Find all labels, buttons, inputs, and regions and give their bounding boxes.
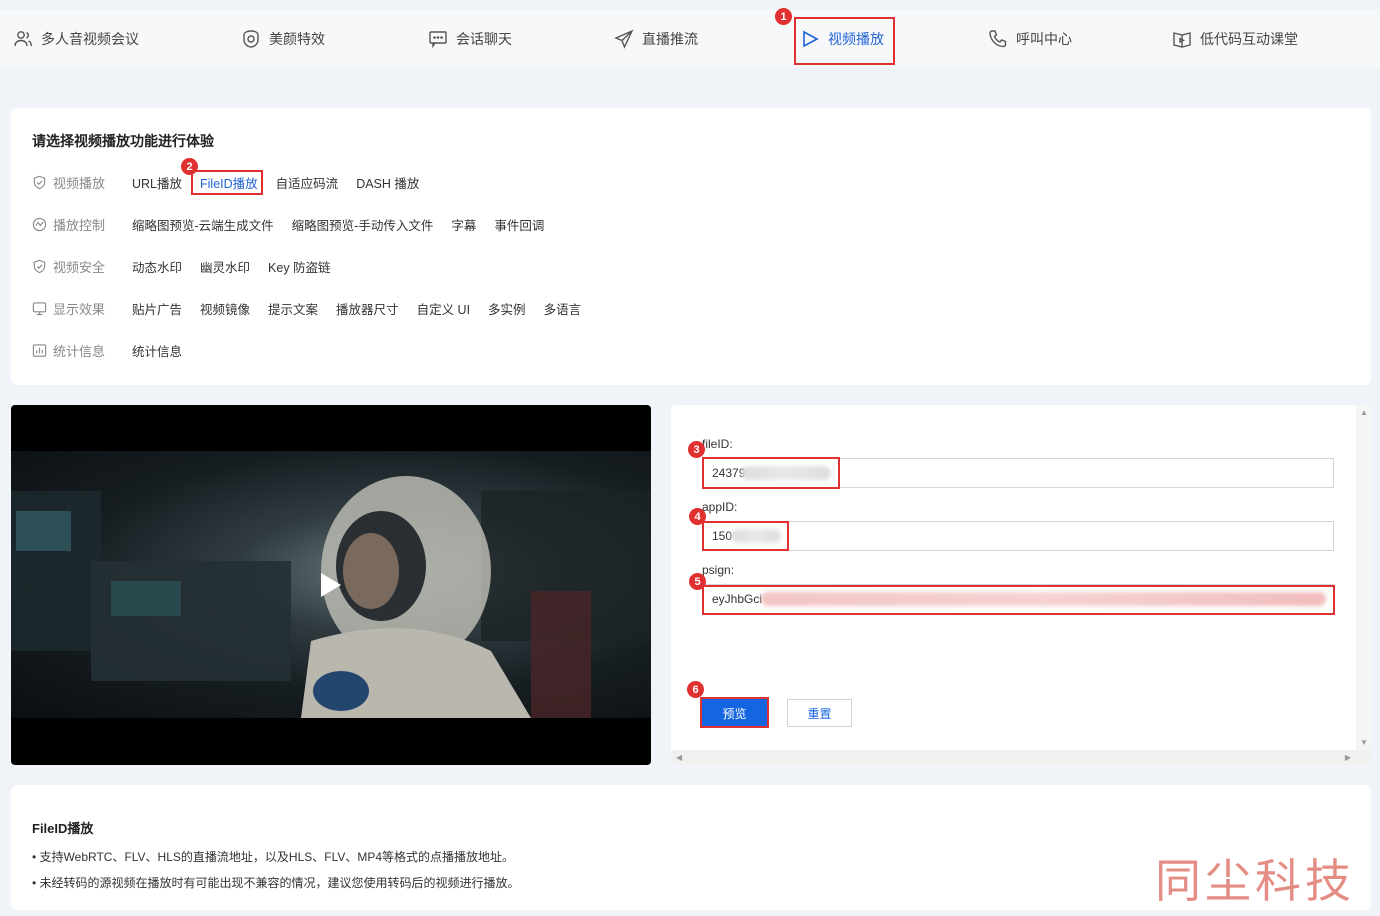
appid-label: appID: — [702, 500, 738, 514]
feature-row-control: 播放控制 缩略图预览-云端生成文件 缩略图预览-手动传入文件 字幕 事件回调 — [32, 214, 562, 234]
feature-category: 显示效果 — [32, 299, 132, 318]
feature-link-ghost-watermark[interactable]: 幽灵水印 — [200, 257, 250, 276]
feature-link-mirror[interactable]: 视频镜像 — [200, 299, 250, 318]
feature-link-event-callback[interactable]: 事件回调 — [494, 215, 544, 234]
feature-link-thumb-manual[interactable]: 缩略图预览-手动传入文件 — [292, 215, 434, 234]
horizontal-scrollbar[interactable]: ◀ ▶ — [671, 750, 1371, 765]
feature-category-label: 统计信息 — [53, 343, 106, 359]
panel-title: 请选择视频播放功能进行体验 — [32, 133, 214, 149]
feature-link-fileid-play[interactable]: FileID播放 — [200, 173, 258, 192]
feature-link-url-play[interactable]: URL播放 — [132, 173, 182, 192]
form-panel: fileID: 24379 appID: 150 psign: eyJhbGci… — [671, 405, 1371, 765]
shield-face-icon — [243, 30, 259, 48]
psign-input[interactable]: eyJhbGci — [703, 584, 1334, 614]
feature-link-ad[interactable]: 贴片广告 — [132, 299, 182, 318]
phone-icon — [989, 30, 1007, 48]
step-badge: 4 — [689, 508, 706, 525]
feature-link-adaptive-stream[interactable]: 自适应码流 — [276, 173, 339, 192]
nav-label: 低代码互动课堂 — [1200, 31, 1298, 47]
feature-category-label: 视频播放 — [53, 175, 106, 191]
scroll-left-icon[interactable]: ◀ — [676, 753, 682, 762]
feature-link-stats[interactable]: 统计信息 — [132, 341, 182, 360]
feature-panel: 请选择视频播放功能进行体验 视频播放 URL播放 FileID播放 自适应码流 … — [11, 108, 1371, 385]
users-icon — [14, 31, 32, 47]
step-badge: 1 — [775, 8, 792, 25]
scroll-right-icon[interactable]: ▶ — [1345, 753, 1351, 762]
feature-link-dash-play[interactable]: DASH 播放 — [356, 173, 419, 192]
nav-label: 多人音视频会议 — [41, 31, 139, 47]
info-panel: FileID播放 • 支持WebRTC、FLV、HLS的直播流地址，以及HLS、… — [11, 785, 1371, 910]
nav-item-meeting[interactable]: 多人音视频会议 — [13, 10, 139, 68]
info-line: • 未经转码的源视频在播放时有可能出现不兼容的情况，建议您使用转码后的视频进行播… — [32, 876, 520, 890]
shield-check-icon — [33, 175, 46, 189]
info-title: FileID播放 — [32, 821, 94, 836]
fileid-label: fileID: — [702, 437, 733, 451]
video-player[interactable] — [11, 405, 651, 765]
feature-link-tips[interactable]: 提示文案 — [268, 299, 318, 318]
feature-link-multi-instance[interactable]: 多实例 — [488, 299, 526, 318]
nav-item-beauty[interactable]: 美颜特效 — [241, 10, 325, 68]
nav-item-video-play[interactable]: 视频播放 — [800, 10, 884, 68]
top-nav: 多人音视频会议 美颜特效 会话聊天 直播推流 视频播放 呼叫中心 低代码互动课堂 — [0, 10, 1380, 68]
feature-category-label: 播放控制 — [53, 217, 106, 233]
feature-link-key-hotlink[interactable]: Key 防盗链 — [268, 257, 331, 276]
step-badge: 5 — [689, 573, 706, 590]
play-button[interactable] — [321, 573, 341, 597]
feature-link-subtitle[interactable]: 字幕 — [451, 215, 476, 234]
chat-icon — [429, 31, 447, 49]
step-badge: 2 — [181, 158, 198, 175]
preview-button[interactable]: 预览 — [702, 699, 767, 727]
shield-check-icon — [33, 259, 46, 273]
bar-chart-icon — [32, 343, 47, 357]
nav-label: 呼叫中心 — [1016, 31, 1072, 47]
appid-value: 150 — [712, 529, 733, 543]
feature-link-thumb-cloud[interactable]: 缩略图预览-云端生成文件 — [132, 215, 274, 234]
step-badge: 6 — [687, 681, 704, 698]
nav-label: 会话聊天 — [456, 31, 512, 47]
nav-label: 直播推流 — [642, 31, 698, 47]
feature-link-multi-language[interactable]: 多语言 — [544, 299, 582, 318]
feature-category-label: 视频安全 — [53, 259, 106, 275]
feature-row-playback: 视频播放 URL播放 FileID播放 自适应码流 DASH 播放 — [32, 172, 437, 192]
feature-category: 视频安全 — [32, 257, 132, 276]
appid-input[interactable]: 150 — [703, 521, 1334, 551]
feature-link-dynamic-watermark[interactable]: 动态水印 — [132, 257, 182, 276]
book-play-icon — [1173, 32, 1191, 48]
feature-row-security: 视频安全 动态水印 幽灵水印 Key 防盗链 — [32, 256, 349, 276]
step-badge: 3 — [688, 441, 705, 458]
nav-item-chat[interactable]: 会话聊天 — [428, 10, 512, 68]
fileid-input[interactable]: 24379 — [703, 458, 1334, 488]
nav-label: 美颜特效 — [269, 31, 325, 47]
feature-category: 播放控制 — [32, 215, 132, 234]
scroll-down-icon[interactable]: ▼ — [1360, 738, 1368, 747]
feature-category-label: 显示效果 — [53, 301, 106, 317]
scroll-up-icon[interactable]: ▲ — [1360, 408, 1368, 417]
nav-label: 视频播放 — [828, 31, 884, 47]
feature-row-stats: 统计信息 统计信息 — [32, 340, 200, 360]
play-icon — [803, 30, 819, 48]
psign-label: psign: — [702, 563, 735, 577]
reset-button[interactable]: 重置 — [787, 699, 852, 727]
nav-item-classroom[interactable]: 低代码互动课堂 — [1172, 10, 1298, 68]
feature-link-player-size[interactable]: 播放器尺寸 — [336, 299, 399, 318]
info-line: • 支持WebRTC、FLV、HLS的直播流地址，以及HLS、FLV、MP4等格… — [32, 850, 515, 864]
vertical-scrollbar[interactable]: ▲ ▼ — [1356, 405, 1371, 750]
nav-item-live-push[interactable]: 直播推流 — [614, 10, 698, 68]
psign-value: eyJhbGci — [712, 592, 763, 606]
feature-row-display: 显示效果 贴片广告 视频镜像 提示文案 播放器尺寸 自定义 UI 多实例 多语言 — [32, 298, 599, 318]
monitor-icon — [32, 301, 47, 315]
feature-category: 视频播放 — [32, 173, 132, 192]
control-icon — [32, 217, 47, 231]
fileid-value: 24379 — [712, 466, 746, 480]
nav-item-call-center[interactable]: 呼叫中心 — [988, 10, 1072, 68]
feature-category: 统计信息 — [32, 341, 132, 360]
feature-link-custom-ui[interactable]: 自定义 UI — [417, 299, 470, 318]
send-icon — [614, 29, 634, 49]
